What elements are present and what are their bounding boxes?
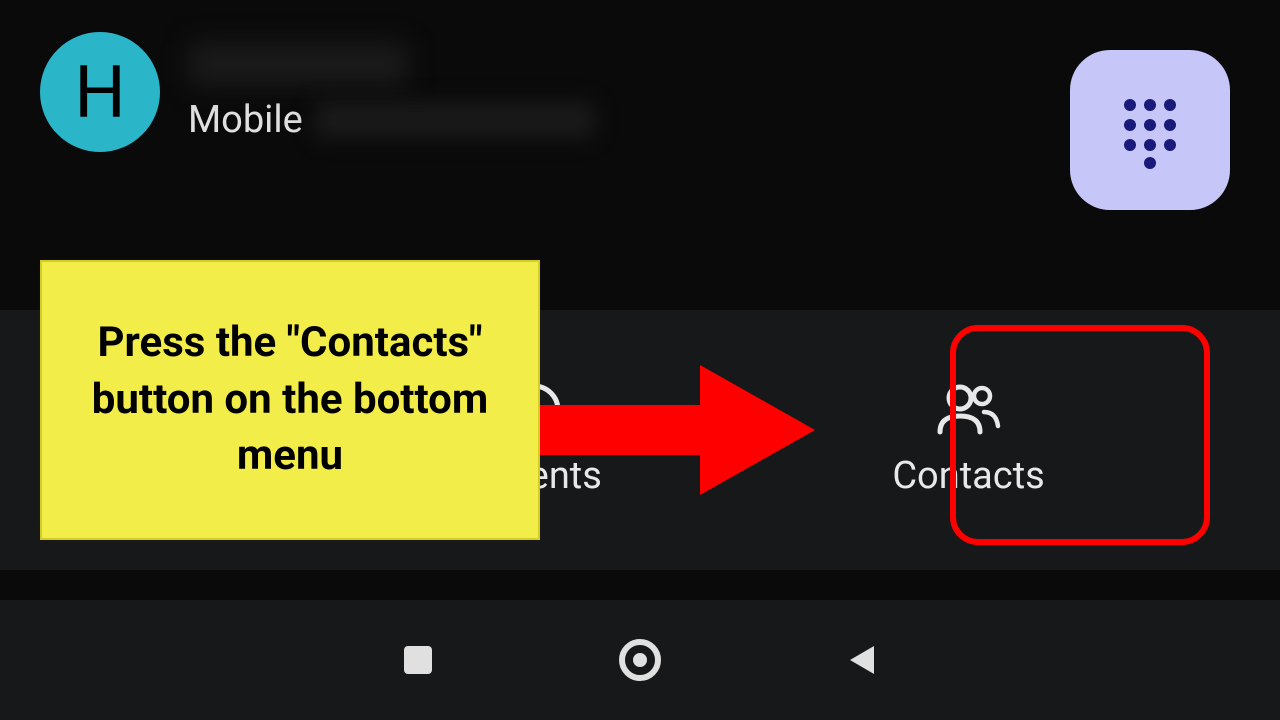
- contact-number-redacted: [315, 102, 595, 138]
- recent-apps-button[interactable]: [400, 642, 436, 678]
- contacts-icon: [934, 382, 1004, 438]
- nav-contacts-label: Contacts: [892, 454, 1044, 498]
- annotation-callout: Press the "Contacts" button on the botto…: [40, 260, 540, 540]
- back-button[interactable]: [844, 642, 880, 678]
- annotation-text: Press the "Contacts" button on the botto…: [66, 315, 514, 485]
- contact-type-label: Mobile: [188, 98, 303, 142]
- dialpad-icon: [1110, 90, 1190, 170]
- contact-avatar: H: [40, 32, 160, 152]
- triangle-back-icon: [844, 642, 880, 678]
- square-icon: [400, 642, 436, 678]
- android-system-nav: [0, 600, 1280, 720]
- dialpad-button[interactable]: [1070, 50, 1230, 210]
- contact-name-redacted: [188, 42, 408, 86]
- home-button[interactable]: [616, 636, 664, 684]
- circle-icon: [616, 636, 664, 684]
- annotation-arrow-icon: [540, 350, 820, 510]
- nav-contacts-tab[interactable]: Contacts: [868, 364, 1068, 516]
